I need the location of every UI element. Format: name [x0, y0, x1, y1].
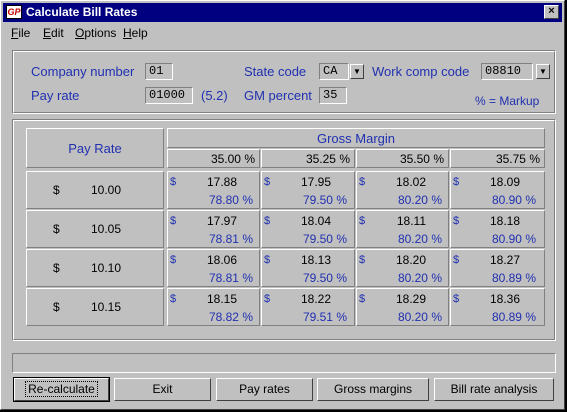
recalculate-button[interactable]: Re-calculate: [13, 377, 110, 402]
markup-percent: 80.20 %: [397, 310, 442, 324]
menu-file[interactable]: File: [11, 26, 30, 40]
company-number-label: Company number: [31, 64, 135, 79]
window-title: Calculate Bill Rates: [26, 5, 138, 19]
markup-percent: 80.20 %: [397, 232, 442, 246]
bill-rate-amount: 17.95: [300, 175, 331, 189]
bill-rate-currency: $: [170, 176, 177, 188]
bill-rate-currency: $: [264, 176, 271, 188]
bill-rate-amount: 17.97: [206, 214, 237, 228]
gross-margins-button[interactable]: Gross margins: [317, 378, 429, 401]
gross-margin-column-header: 35.50 %: [356, 149, 449, 168]
bill-rate-amount: 17.88: [206, 175, 237, 189]
bill-rate-amount: 18.02: [395, 175, 426, 189]
work-comp-field[interactable]: 08810: [481, 63, 533, 80]
close-button[interactable]: ×: [544, 5, 559, 19]
menu-bar: File Edit Options Help: [3, 23, 562, 42]
gross-margin-header: Gross Margin: [167, 128, 545, 148]
pay-rate-currency: $: [53, 261, 60, 275]
bill-rate-currency: $: [264, 254, 271, 266]
pay-rate-value: 10.00: [91, 183, 122, 197]
exit-button[interactable]: Exit: [114, 378, 211, 401]
status-bar: [12, 353, 556, 373]
markup-percent: 78.81 %: [208, 271, 253, 285]
markup-percent: 79.51 %: [302, 310, 347, 324]
pay-rate-value: 10.10: [91, 261, 122, 275]
recalculate-label: Re-calculate: [25, 381, 98, 397]
markup-percent: 80.20 %: [397, 193, 442, 207]
title-bar[interactable]: GP Calculate Bill Rates ×: [3, 3, 562, 22]
gross-margin-column-header: 35.25 %: [261, 149, 355, 168]
state-code-dropdown-icon[interactable]: ▼: [350, 64, 364, 79]
markup-percent: 79.50 %: [302, 271, 347, 285]
markup-percent: 80.89 %: [491, 271, 536, 285]
markup-percent: 78.80 %: [208, 193, 253, 207]
markup-note: % = Markup: [475, 94, 540, 108]
menu-edit[interactable]: Edit: [43, 26, 64, 40]
bill-rate-currency: $: [264, 293, 271, 305]
bill-rate-currency: $: [359, 215, 366, 227]
bill-rate-amount: 18.29: [395, 292, 426, 306]
markup-percent: 80.90 %: [491, 193, 536, 207]
markup-percent: 79.50 %: [302, 193, 347, 207]
pay-rate-currency: $: [53, 222, 60, 236]
markup-percent: 80.89 %: [491, 310, 536, 324]
gm-percent-label: GM percent: [244, 88, 312, 103]
bill-rate-amount: 18.36: [489, 292, 520, 306]
pay-rate-format: (5.2): [201, 88, 228, 103]
work-comp-label: Work comp code: [372, 64, 470, 79]
bill-rate-amount: 18.04: [300, 214, 331, 228]
pay-rate-label: Pay rate: [31, 88, 80, 103]
pay-rates-button[interactable]: Pay rates: [216, 378, 313, 401]
bill-rate-currency: $: [359, 293, 366, 305]
state-code-field[interactable]: CA: [319, 63, 349, 80]
bill-rate-amount: 18.20: [395, 253, 426, 267]
bill-rate-currency: $: [359, 176, 366, 188]
bill-rate-amount: 18.22: [300, 292, 331, 306]
bill-rate-amount: 18.27: [489, 253, 520, 267]
menu-options[interactable]: Options: [75, 26, 116, 40]
markup-percent: 80.20 %: [397, 271, 442, 285]
company-number-field[interactable]: 01: [145, 63, 173, 80]
bill-rate-currency: $: [453, 215, 460, 227]
bill-rate-currency: $: [264, 215, 271, 227]
bill-rate-amount: 18.11: [396, 214, 426, 228]
pay-rate-header: Pay Rate: [26, 128, 164, 168]
state-code-label: State code: [244, 64, 307, 79]
app-icon[interactable]: GP: [6, 5, 22, 19]
bill-rate-amount: 18.18: [489, 214, 520, 228]
bill-rate-amount: 18.13: [300, 253, 331, 267]
pay-rate-currency: $: [53, 300, 60, 314]
bill-rate-currency: $: [453, 254, 460, 266]
work-comp-dropdown-icon[interactable]: ▼: [536, 64, 550, 79]
bill-rate-amount: 18.15: [206, 292, 237, 306]
gross-margin-column-header: 35.75 %: [450, 149, 545, 168]
bill-rate-currency: $: [359, 254, 366, 266]
markup-percent: 79.50 %: [302, 232, 347, 246]
markup-percent: 78.81 %: [208, 232, 253, 246]
menu-help[interactable]: Help: [123, 26, 148, 40]
pay-rate-value: 10.15: [91, 300, 122, 314]
bill-rate-amount: 18.09: [489, 175, 520, 189]
bill-rate-currency: $: [453, 176, 460, 188]
bill-rate-currency: $: [170, 293, 177, 305]
gm-percent-field[interactable]: 35: [319, 87, 347, 104]
markup-percent: 80.90 %: [491, 232, 536, 246]
pay-rate-field[interactable]: 01000: [145, 87, 193, 104]
bill-rate-analysis-button[interactable]: Bill rate analysis: [434, 378, 554, 401]
gross-margin-column-header: 35.00 %: [167, 149, 260, 168]
markup-percent: 78.82 %: [208, 310, 253, 324]
bill-rate-currency: $: [170, 215, 177, 227]
bill-rate-currency: $: [453, 293, 460, 305]
pay-rate-value: 10.05: [91, 222, 122, 236]
calculate-bill-rates-window: GP Calculate Bill Rates × File Edit Opti…: [0, 0, 565, 410]
bill-rate-amount: 18.06: [206, 253, 237, 267]
bill-rate-currency: $: [170, 254, 177, 266]
pay-rate-currency: $: [53, 183, 60, 197]
